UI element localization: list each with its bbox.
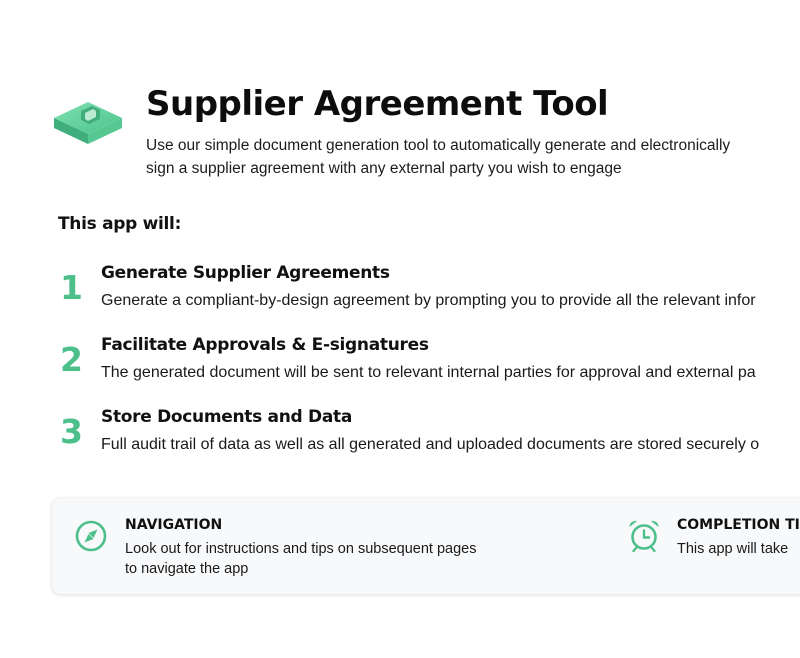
steps-list: 1 Generate Supplier Agreements Generate … [58, 262, 800, 478]
step-title: Facilitate Approvals & E-signatures [101, 335, 429, 355]
navigation-title: NAVIGATION [125, 517, 223, 533]
step-description: Full audit trail of data as well as all … [101, 436, 760, 453]
page-title: Supplier Agreement Tool [146, 84, 609, 124]
completion-time-text: This app will take [677, 541, 789, 557]
step-description: Generate a compliant-by-design agreement… [101, 292, 756, 309]
step-number: 1 [60, 268, 83, 307]
step-title: Store Documents and Data [101, 407, 353, 427]
step-description: The generated document will be sent to r… [101, 364, 756, 381]
step-number: 2 [60, 340, 83, 379]
page: Supplier Agreement Tool Use our simple d… [0, 0, 800, 658]
step-number: 3 [60, 412, 83, 451]
step-item-1: 1 Generate Supplier Agreements Generate … [58, 262, 800, 334]
navigation-text: Look out for instructions and tips on su… [125, 541, 477, 577]
step-title: Generate Supplier Agreements [101, 263, 390, 283]
document-cube-icon [52, 98, 124, 152]
completion-time-title: COMPLETION TIM [677, 517, 800, 533]
step-item-3: 3 Store Documents and Data Full audit tr… [58, 406, 800, 478]
compass-icon [74, 518, 110, 554]
step-item-2: 2 Facilitate Approvals & E-signatures Th… [58, 334, 800, 406]
section-heading: This app will: [58, 214, 182, 234]
page-subtitle: Use our simple document generation tool … [146, 137, 731, 177]
info-card: NAVIGATION Look out for instructions and… [52, 498, 800, 594]
alarm-clock-icon [626, 518, 662, 554]
